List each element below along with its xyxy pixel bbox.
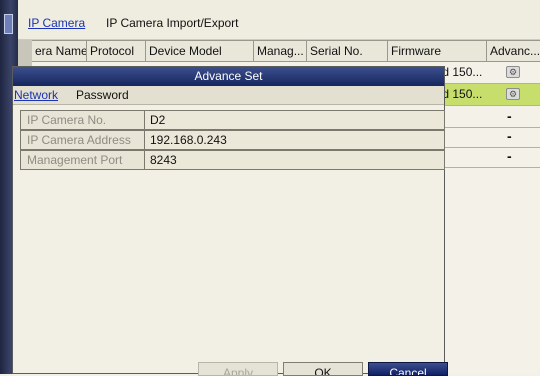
dialog-tab-bar: Network Password [13,86,444,105]
advanced-settings-icon[interactable]: ⚙ [506,66,520,78]
col-device-model[interactable]: Device Model [146,41,254,62]
col-camera-name[interactable]: era Name [32,41,87,62]
management-port-label: Management Port [21,151,145,169]
management-port-row: Management Port 8243 [20,150,445,170]
advanced-cell: - [507,108,512,124]
tab-ip-camera-import-export[interactable]: IP Camera Import/Export [106,16,239,30]
ip-camera-no-row: IP Camera No. D2 [20,110,445,130]
ip-camera-no-label: IP Camera No. [21,111,145,129]
col-protocol[interactable]: Protocol [87,41,146,62]
ip-camera-address-row: IP Camera Address 192.168.0.243 [20,130,445,150]
ip-camera-no-field[interactable]: D2 [145,111,444,129]
advanced-cell: - [507,148,512,164]
camera-list-header: era Name Protocol Device Model Manag... … [32,40,540,62]
col-advanced[interactable]: Advanc... [487,41,540,62]
advanced-cell: - [507,128,512,144]
ip-camera-address-field[interactable]: 192.168.0.243 [145,131,444,149]
advance-set-dialog: Advance Set Network Password IP Camera N… [12,66,448,376]
tab-network[interactable]: Network [14,88,58,102]
tab-password[interactable]: Password [76,88,129,102]
expand-handle[interactable] [4,14,13,34]
ip-camera-address-label: IP Camera Address [21,131,145,149]
col-firmware[interactable]: Firmware [388,41,487,62]
dialog-title: Advance Set [13,67,444,86]
col-serial-no[interactable]: Serial No. [307,41,388,62]
tab-ip-camera[interactable]: IP Camera [28,16,85,30]
col-management[interactable]: Manag... [254,41,307,62]
management-port-field[interactable]: 8243 [145,151,444,169]
advanced-settings-icon[interactable]: ⚙ [506,88,520,100]
top-tab-bar: IP Camera IP Camera Import/Export [18,0,540,40]
